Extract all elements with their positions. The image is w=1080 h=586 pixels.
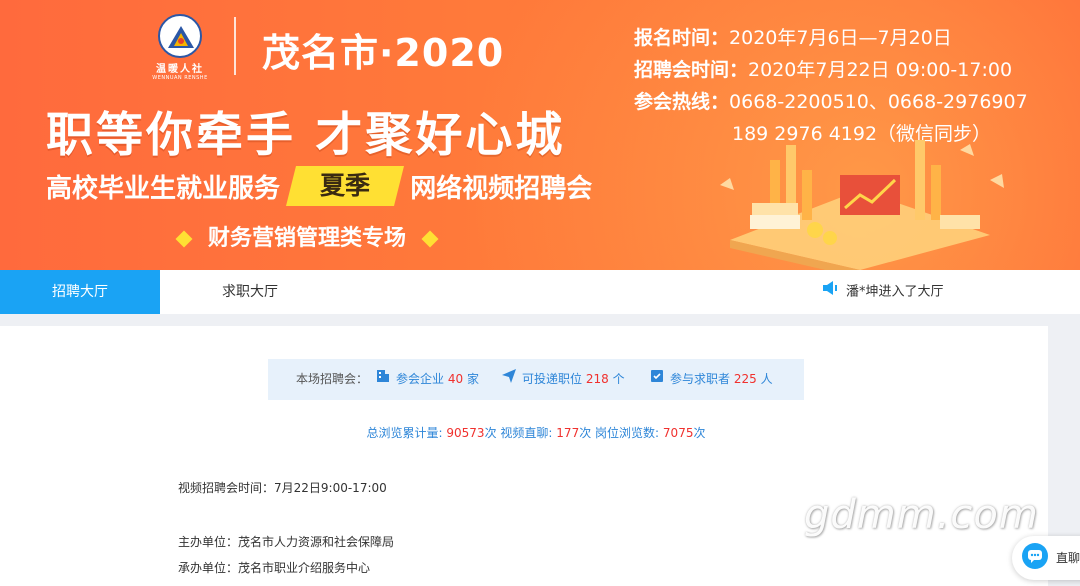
host-line: 主办单位：茂名市人力资源和社会保障局	[178, 535, 395, 549]
special-session-text: 财务营销管理类专场	[208, 226, 407, 251]
logo-english-text: WENNUAN RENSHE	[152, 75, 208, 81]
subtitle-right: 网络视频招聘会	[410, 173, 593, 204]
job-views-label: 岗位浏览数:	[595, 426, 660, 440]
entry-notice-text: 潘*坤进入了大厅	[846, 284, 944, 300]
send-icon	[502, 359, 516, 400]
logo-chinese-text: 温暖人社	[156, 64, 204, 75]
view-statistics: 总浏览累计量: 90573次 视频直聊: 177次 岗位浏览数: 7075次	[0, 424, 1072, 441]
fair-summary-card: 本场招聘会： 参会企业 40 家 可投递职位 218 个 参与求职者 225 人…	[0, 326, 1048, 586]
hall-tabbar: 招聘大厅 求职大厅 潘*坤进入了大厅	[0, 270, 1080, 314]
fair-stats-box: 本场招聘会： 参会企业 40 家 可投递职位 218 个 参与求职者 225 人	[268, 359, 804, 400]
tab-jobseeker-hall[interactable]: 求职大厅	[160, 270, 340, 314]
registration-value: 2020年7月6日—7月20日	[729, 27, 952, 49]
positions-count: 218	[585, 372, 609, 386]
video-chat-value: 177	[556, 426, 580, 440]
seekers-count: 225	[733, 372, 757, 386]
companies-label: 参会企业	[396, 372, 445, 386]
direct-chat-label: 直聊	[1056, 551, 1080, 565]
speaker-icon	[822, 270, 838, 314]
seekers-stat: 参与求职者 225 人	[650, 359, 773, 400]
total-views-unit: 次	[484, 426, 497, 440]
wennuan-renshe-logo: 温暖人社 WENNUAN RENSHE	[150, 14, 210, 81]
site-watermark: gdmm.com	[804, 492, 1039, 538]
video-chat-label: 视频直聊:	[500, 426, 553, 440]
registration-time: 报名时间：2020年7月6日—7月20日	[634, 22, 1028, 54]
fair-time-line: 视频招聘会时间：7月22日9:00-17:00	[178, 481, 387, 495]
special-session: 财务营销管理类专场	[160, 220, 454, 252]
chat-bubble-icon	[1022, 543, 1048, 569]
subtitle-left: 高校毕业生就业服务	[46, 173, 281, 204]
logo-seal-icon	[158, 14, 202, 58]
companies-stat: 参会企业 40 家	[376, 359, 479, 400]
positions-stat: 可投递职位 218 个	[502, 359, 625, 400]
banner-slogan: 职等你牵手 才聚好心城	[46, 108, 566, 163]
registration-label: 报名时间：	[634, 27, 730, 49]
season-tag: 夏季	[286, 166, 405, 206]
diamond-icon	[421, 230, 439, 248]
finance-illustration-icon	[720, 140, 1004, 270]
job-views-value: 7075	[662, 426, 694, 440]
fair-time-label: 招聘会时间：	[634, 59, 749, 81]
seekers-unit: 人	[760, 372, 773, 386]
hotline-label: 参会热线：	[634, 91, 730, 113]
banner-subtitle: 高校毕业生就业服务 夏季 网络视频招聘会	[46, 166, 592, 210]
city-year-title: 茂名市·2020	[262, 31, 505, 75]
direct-chat-button[interactable]: 直聊	[1012, 536, 1080, 580]
fair-time-value: 2020年7月22日 09:00-17:00	[748, 59, 1013, 81]
video-chat-unit: 次	[579, 426, 592, 440]
logo-divider	[234, 17, 236, 75]
organizer-line: 承办单位：茂名市职业介绍服务中心	[178, 561, 371, 575]
hotline: 参会热线：0668-2200510、0668-2976907	[634, 86, 1028, 118]
job-views-unit: 次	[693, 426, 706, 440]
positions-unit: 个	[612, 372, 625, 386]
fair-time: 招聘会时间：2020年7月22日 09:00-17:00	[634, 54, 1028, 86]
hotline-value: 0668-2200510、0668-2976907	[729, 91, 1028, 113]
stats-label: 本场招聘会：	[296, 372, 369, 386]
seekers-label: 参与求职者	[670, 372, 731, 386]
event-banner: 温暖人社 WENNUAN RENSHE 茂名市·2020 职等你牵手 才聚好心城…	[0, 0, 1080, 270]
entry-notice: 潘*坤进入了大厅	[822, 270, 944, 314]
resume-icon	[650, 359, 664, 400]
season-text: 夏季	[320, 171, 371, 200]
diamond-icon	[175, 230, 193, 248]
total-views-label: 总浏览累计量:	[366, 426, 443, 440]
total-views-value: 90573	[446, 426, 485, 440]
positions-label: 可投递职位	[522, 372, 583, 386]
companies-unit: 家	[466, 372, 479, 386]
building-icon	[376, 359, 390, 400]
tab-recruitment-hall[interactable]: 招聘大厅	[0, 270, 160, 314]
companies-count: 40	[447, 372, 464, 386]
